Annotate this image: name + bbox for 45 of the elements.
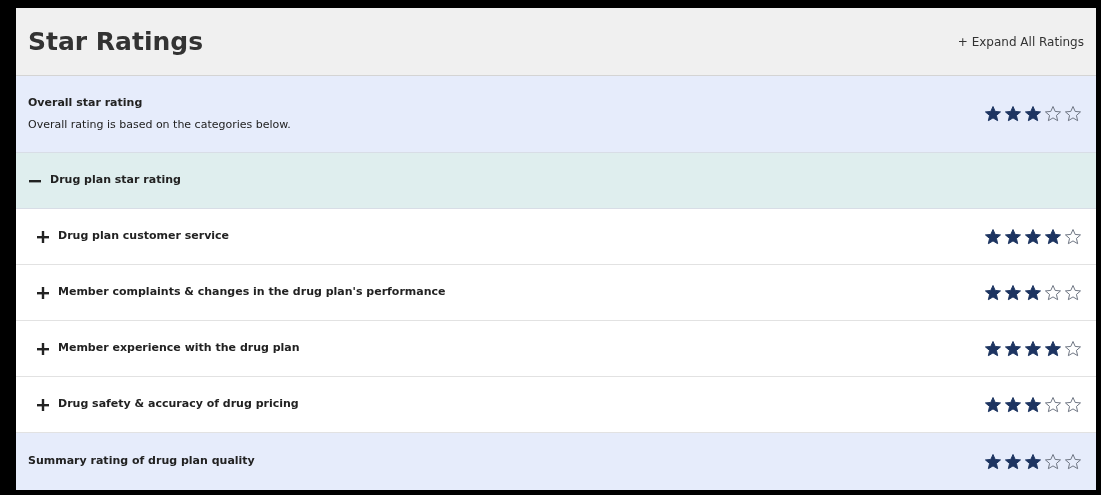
filled-star-icon — [984, 283, 1002, 302]
filled-star-icon — [1024, 395, 1042, 414]
empty-star-icon — [1064, 395, 1082, 414]
filled-star-icon — [984, 105, 1002, 123]
row-label: Drug safety & accuracy of drug pricing — [58, 396, 299, 413]
filled-star-icon — [1004, 452, 1022, 471]
empty-star-icon — [1064, 105, 1082, 123]
plus-icon[interactable] — [36, 285, 50, 300]
row-label: Member experience with the drug plan — [58, 340, 300, 357]
filled-star-icon — [984, 339, 1002, 358]
plus-icon[interactable] — [36, 229, 50, 244]
filled-star-icon — [1024, 227, 1042, 246]
row-label: Drug plan customer service — [58, 228, 230, 245]
empty-star-icon — [1064, 227, 1082, 246]
plus-icon[interactable] — [36, 397, 50, 412]
filled-star-icon — [1024, 105, 1042, 123]
expand-all-link[interactable]: + Expand All Ratings — [957, 32, 1084, 51]
filled-star-icon — [984, 395, 1002, 414]
plus-icon[interactable] — [36, 341, 50, 356]
filled-star-icon — [1004, 227, 1022, 246]
filled-star-icon — [1044, 339, 1062, 358]
filled-star-icon — [984, 452, 1002, 471]
row-label: Member complaints & changes in the drug plan's performance — [58, 284, 446, 301]
row-label: Summary rating of drug plan quality — [28, 453, 255, 470]
filled-star-icon — [1004, 339, 1022, 358]
row-title: Overall star rating — [28, 94, 144, 111]
filled-star-icon — [1004, 283, 1022, 302]
filled-star-icon — [1004, 105, 1022, 123]
filled-star-icon — [1024, 283, 1042, 302]
filled-star-icon — [1044, 227, 1062, 246]
empty-star-icon — [1044, 283, 1062, 302]
row-label: Drug plan star rating — [50, 172, 181, 189]
filled-star-icon — [1024, 339, 1042, 358]
page-title: Star Ratings — [28, 25, 204, 58]
filled-star-icon — [1024, 452, 1042, 471]
row-description: Overall rating is based on the categories below. — [28, 117, 291, 133]
empty-star-icon — [1044, 452, 1062, 471]
filled-star-icon — [984, 227, 1002, 246]
empty-star-icon — [1064, 283, 1082, 302]
filled-star-icon — [1004, 395, 1022, 414]
group-row[interactable]: Drug plan star rating — [16, 153, 1096, 209]
empty-star-icon — [1064, 339, 1082, 358]
empty-star-icon — [1064, 452, 1082, 471]
empty-star-icon — [1044, 395, 1062, 414]
empty-star-icon — [1044, 105, 1062, 123]
